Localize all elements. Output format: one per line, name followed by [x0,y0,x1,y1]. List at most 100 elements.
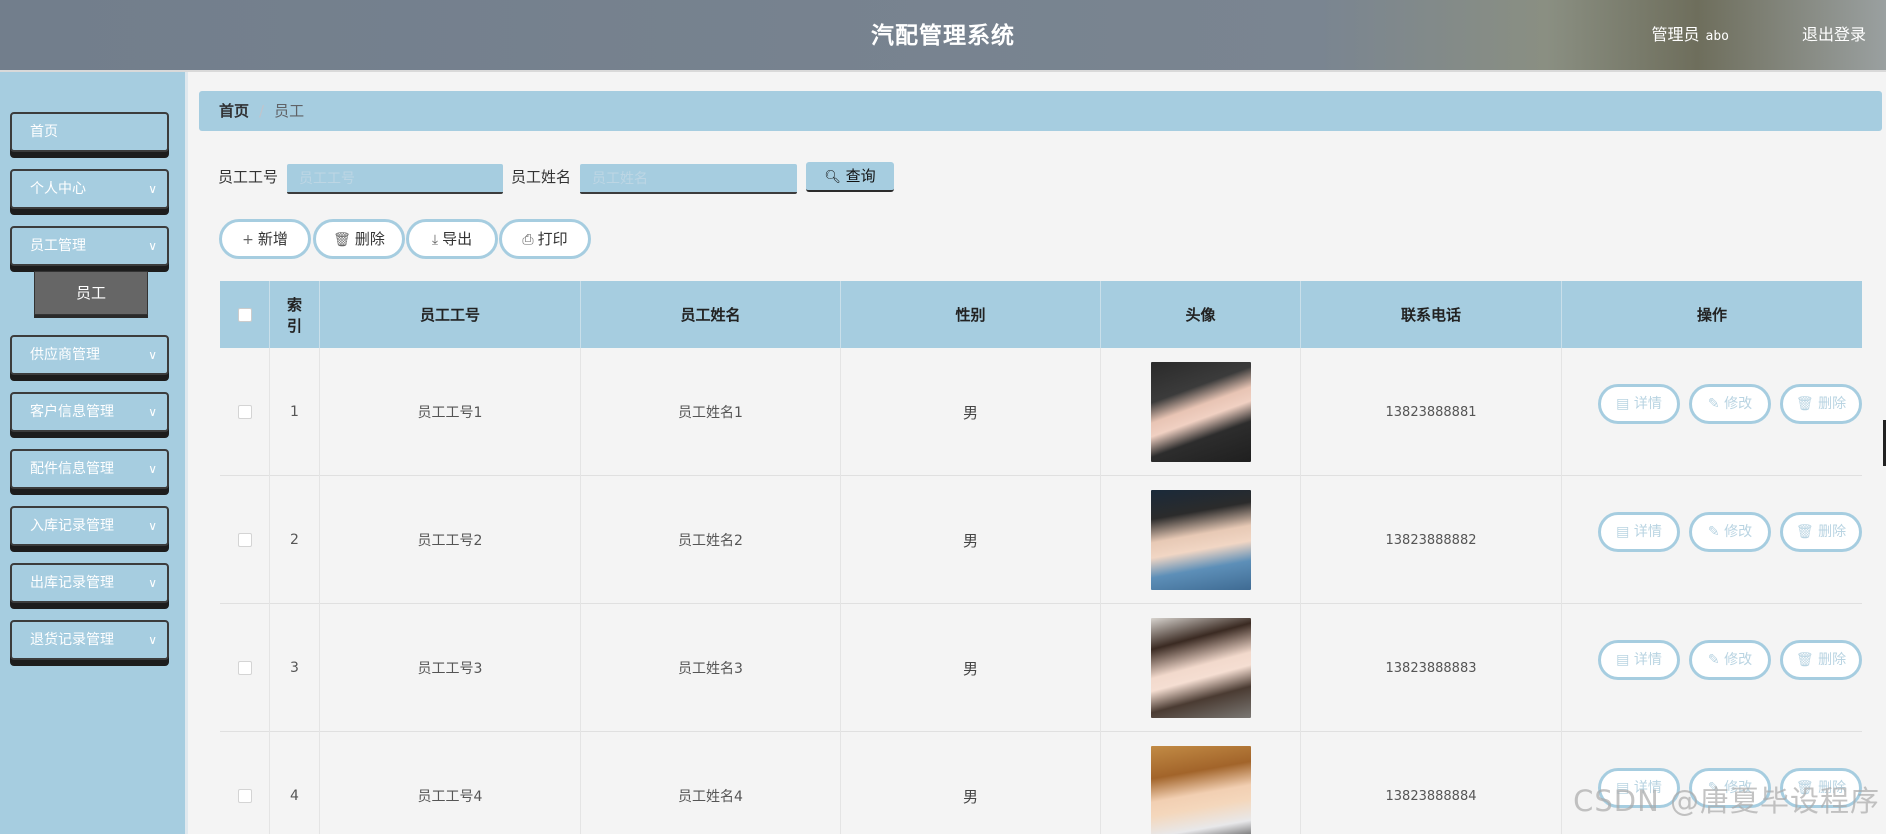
avatar-image [1150,362,1251,462]
sidebar-subitem-employee[interactable]: 员工 [34,271,148,315]
sidebar-item-label: 员工管理 [30,238,86,254]
row-delete-label: 删除 [1818,524,1847,540]
chevron-down-icon: ∨ [148,519,157,533]
cell-gender: 男 [841,476,1101,604]
row-select-cell[interactable] [220,732,270,834]
row-checkbox[interactable] [237,661,252,675]
detail-button[interactable]: ▤ 详情 [1598,512,1680,552]
employee-name-label: 员工姓名 [511,168,572,186]
sidebar-item-return-mgmt[interactable]: 退货记录管理 ∨ [10,620,169,660]
sidebar-item-label: 供应商管理 [30,347,100,363]
cell-actions: ▤ 详情 ✎ 修改 🗑︎ 删除 [1562,604,1862,732]
edit-button[interactable]: ✎ 修改 [1689,384,1771,424]
cell-employee-name: 员工姓名4 [581,732,841,834]
cell-phone: 13823888881 [1301,348,1562,476]
add-button[interactable]: + 新增 [219,219,311,259]
cell-phone: 13823888883 [1301,604,1562,732]
edit-label: 修改 [1724,396,1753,412]
row-checkbox[interactable] [237,405,252,419]
sidebar-item-label: 入库记录管理 [30,518,114,534]
cell-employee-name: 员工姓名1 [581,348,841,476]
employee-name-input[interactable] [580,164,797,194]
sidebar-item-label: 退货记录管理 [30,632,114,648]
user-name: abo [1705,29,1729,44]
print-label: 打印 [537,230,568,248]
sidebar-item-inbound-mgmt[interactable]: 入库记录管理 ∨ [10,506,169,546]
breadcrumb-home[interactable]: 首页 [219,102,249,120]
employee-id-input[interactable] [287,164,503,194]
row-select-cell[interactable] [220,604,270,732]
chevron-down-icon: ∨ [148,633,157,647]
sidebar-item-employee-mgmt[interactable]: 员工管理 ∨ [10,226,169,266]
printer-icon: ⎙ [522,232,534,248]
sidebar-item-customer-mgmt[interactable]: 客户信息管理 ∨ [10,392,169,432]
edit-icon: ✎ [1707,524,1720,540]
header-employee-id: 员工工号 [320,281,581,348]
table-row: 3 员工工号3 员工姓名3 男 13823888883 ▤ 详情 ✎ 修改 🗑︎ 删除 [220,604,1862,732]
sidebar-item-home[interactable]: 首页 [10,112,169,152]
row-checkbox[interactable] [237,533,252,547]
cell-index: 3 [270,604,320,732]
cell-employee-name: 员工姓名3 [581,604,841,732]
employee-table: 索引 员工工号 员工姓名 性别 头像 联系电话 操作 1 员工工号1 员工姓名1 男 1… [220,281,1862,834]
avatar-image [1150,746,1251,834]
search-icon: 🔍︎ [824,170,841,185]
cell-avatar [1101,604,1301,732]
print-button[interactable]: ⎙ 打印 [499,219,591,259]
cell-avatar [1101,348,1301,476]
sidebar-item-parts-mgmt[interactable]: 配件信息管理 ∨ [10,449,169,489]
sidebar: 首页 个人中心 ∨ 员工管理 ∨ 员工 供应商管理 ∨ 客户信息管理 ∨ 配件信息管理 ∨… [0,72,188,834]
detail-label: 详情 [1633,524,1662,540]
chevron-down-icon: ∨ [148,576,157,590]
detail-button[interactable]: ▤ 详情 [1598,640,1680,680]
table-row: 1 员工工号1 员工姓名1 男 13823888881 ▤ 详情 ✎ 修改 🗑︎ 删除 [220,348,1862,476]
cell-employee-name: 员工姓名2 [581,476,841,604]
edit-button[interactable]: ✎ 修改 [1689,640,1771,680]
cell-employee-id: 员工工号4 [320,732,581,834]
breadcrumb-separator: / [259,102,265,120]
chevron-down-icon: ∨ [148,348,157,362]
sidebar-item-outbound-mgmt[interactable]: 出库记录管理 ∨ [10,563,169,603]
header-avatar: 头像 [1101,281,1301,348]
plus-icon: + [242,232,254,248]
logout-link[interactable]: 退出登录 [1802,21,1866,45]
cell-index: 4 [270,732,320,834]
cell-index: 2 [270,476,320,604]
edit-icon: ✎ [1707,652,1720,668]
chevron-down-icon: ∨ [148,462,157,476]
cell-gender: 男 [841,604,1101,732]
header-index: 索引 [270,281,320,348]
row-delete-button[interactable]: 🗑︎ 删除 [1780,512,1862,552]
cell-employee-id: 员工工号2 [320,476,581,604]
edit-label: 修改 [1724,524,1753,540]
row-checkbox[interactable] [237,789,252,803]
edit-label: 修改 [1724,652,1753,668]
header-employee-name: 员工姓名 [581,281,841,348]
query-button[interactable]: 🔍︎ 查询 [806,162,894,192]
table-header: 索引 员工工号 员工姓名 性别 头像 联系电话 操作 [220,281,1862,348]
select-all-checkbox[interactable] [237,307,252,322]
row-select-cell[interactable] [220,476,270,604]
row-select-cell[interactable] [220,348,270,476]
detail-button[interactable]: ▤ 详情 [1598,384,1680,424]
row-delete-button[interactable]: 🗑︎ 删除 [1780,640,1862,680]
delete-button[interactable]: 🗑︎ 删除 [313,219,405,259]
document-icon: ▤ [1616,524,1630,540]
row-delete-label: 删除 [1818,652,1847,668]
sidebar-item-profile[interactable]: 个人中心 ∨ [10,169,169,209]
edit-button[interactable]: ✎ 修改 [1689,512,1771,552]
watermark: CSDN @唐夏毕设程序 [1573,784,1880,818]
table-row: 2 员工工号2 员工姓名2 男 13823888882 ▤ 详情 ✎ 修改 🗑︎ 删除 [220,476,1862,604]
cell-employee-id: 员工工号1 [320,348,581,476]
header-select-all[interactable] [220,281,270,348]
trash-icon: 🗑︎ [1795,524,1814,540]
export-button[interactable]: ⤓ 导出 [406,219,498,259]
chevron-down-icon: ∨ [148,405,157,419]
sidebar-item-label: 个人中心 [30,181,86,197]
avatar-image [1150,490,1251,590]
sidebar-item-label: 首页 [30,124,58,140]
sidebar-item-label: 客户信息管理 [30,404,114,420]
sidebar-item-supplier-mgmt[interactable]: 供应商管理 ∨ [10,335,169,375]
row-delete-button[interactable]: 🗑︎ 删除 [1780,384,1862,424]
header-phone: 联系电话 [1301,281,1562,348]
